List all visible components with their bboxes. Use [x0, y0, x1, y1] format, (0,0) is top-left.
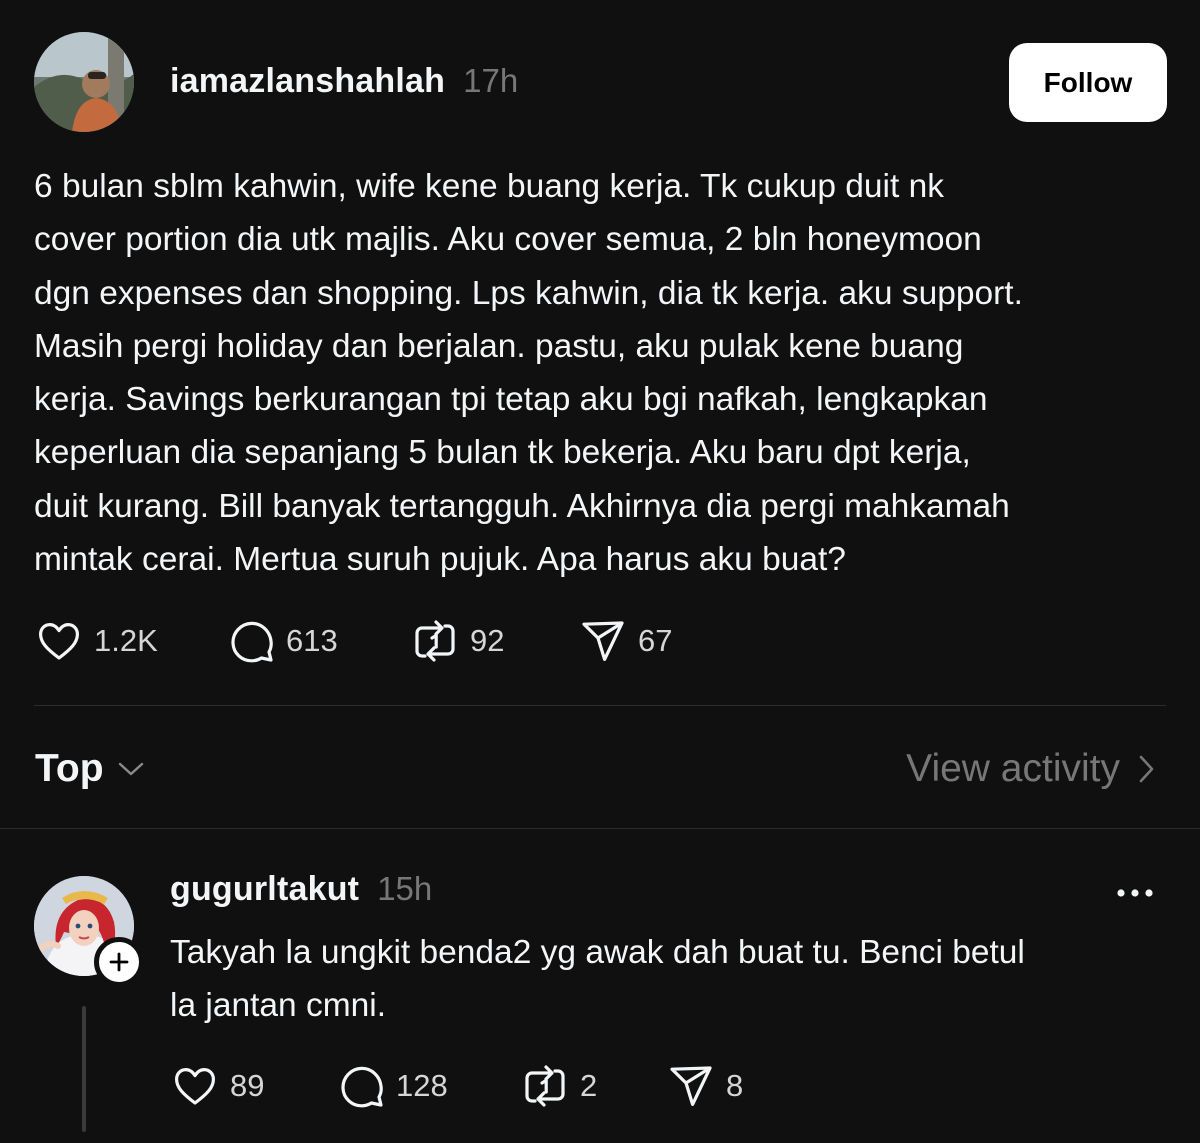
- reply-author-info: gugurltakut 15h: [170, 870, 432, 914]
- heart-icon: [175, 1068, 215, 1105]
- post-divider: [34, 705, 1166, 706]
- follow-reply-author-button[interactable]: [94, 937, 144, 987]
- reply-like-button[interactable]: 89: [170, 1062, 264, 1110]
- post-author-info: iamazlanshahlah 17h: [170, 62, 518, 106]
- send-icon: [670, 1066, 712, 1106]
- post-text: 6 bulan sblm kahwin, wife kene buang ker…: [34, 168, 1023, 579]
- follow-button[interactable]: Follow: [1009, 43, 1167, 122]
- reply-comment-button[interactable]: 128: [338, 1062, 448, 1110]
- send-icon: [582, 621, 624, 661]
- reply-text: Takyah la ungkit benda2 yg awak dah buat…: [170, 934, 1025, 1025]
- reply-share-count: 8: [726, 1068, 744, 1103]
- threads-post-screen: iamazlanshahlah 17h Follow 6 bulan sblm …: [0, 0, 1200, 1143]
- comment-button[interactable]: 613: [228, 617, 338, 665]
- sort-label: Top: [35, 747, 104, 790]
- post-username[interactable]: iamazlanshahlah: [170, 62, 445, 101]
- plus-icon: [109, 952, 129, 972]
- share-button[interactable]: 67: [578, 617, 672, 665]
- post-author-avatar[interactable]: [34, 32, 134, 132]
- reply-timestamp: 15h: [377, 870, 433, 907]
- view-activity-label: View activity: [906, 747, 1120, 790]
- like-button[interactable]: 1.2K: [34, 617, 158, 665]
- reply-repost-count: 2: [580, 1068, 598, 1103]
- repost-icon: [525, 1065, 565, 1107]
- view-activity-link[interactable]: View activity: [906, 742, 1156, 796]
- share-count: 67: [638, 623, 673, 658]
- chevron-right-icon: [1139, 755, 1154, 783]
- reply-like-count: 89: [230, 1068, 265, 1103]
- section-divider: [0, 828, 1200, 829]
- repost-button[interactable]: 92: [410, 617, 504, 665]
- heart-icon: [39, 623, 79, 660]
- repost-count: 92: [470, 623, 505, 658]
- reply-repost-button[interactable]: 2: [520, 1062, 597, 1110]
- comment-count: 613: [286, 623, 338, 658]
- thread-line: [82, 1006, 86, 1132]
- reply-share-button[interactable]: 8: [666, 1062, 743, 1110]
- comment-bubble-icon: [341, 1066, 383, 1108]
- chevron-down-icon: [118, 762, 143, 776]
- reply-comment-count: 128: [396, 1068, 448, 1103]
- comment-bubble-icon: [231, 621, 273, 663]
- more-dots-icon: [1117, 889, 1153, 897]
- more-options-button[interactable]: [1112, 878, 1158, 908]
- reply-username[interactable]: gugurltakut: [170, 870, 359, 909]
- like-count: 1.2K: [94, 623, 158, 658]
- repost-icon: [415, 620, 455, 662]
- post-timestamp: 17h: [463, 62, 519, 99]
- sort-dropdown[interactable]: Top: [35, 742, 146, 796]
